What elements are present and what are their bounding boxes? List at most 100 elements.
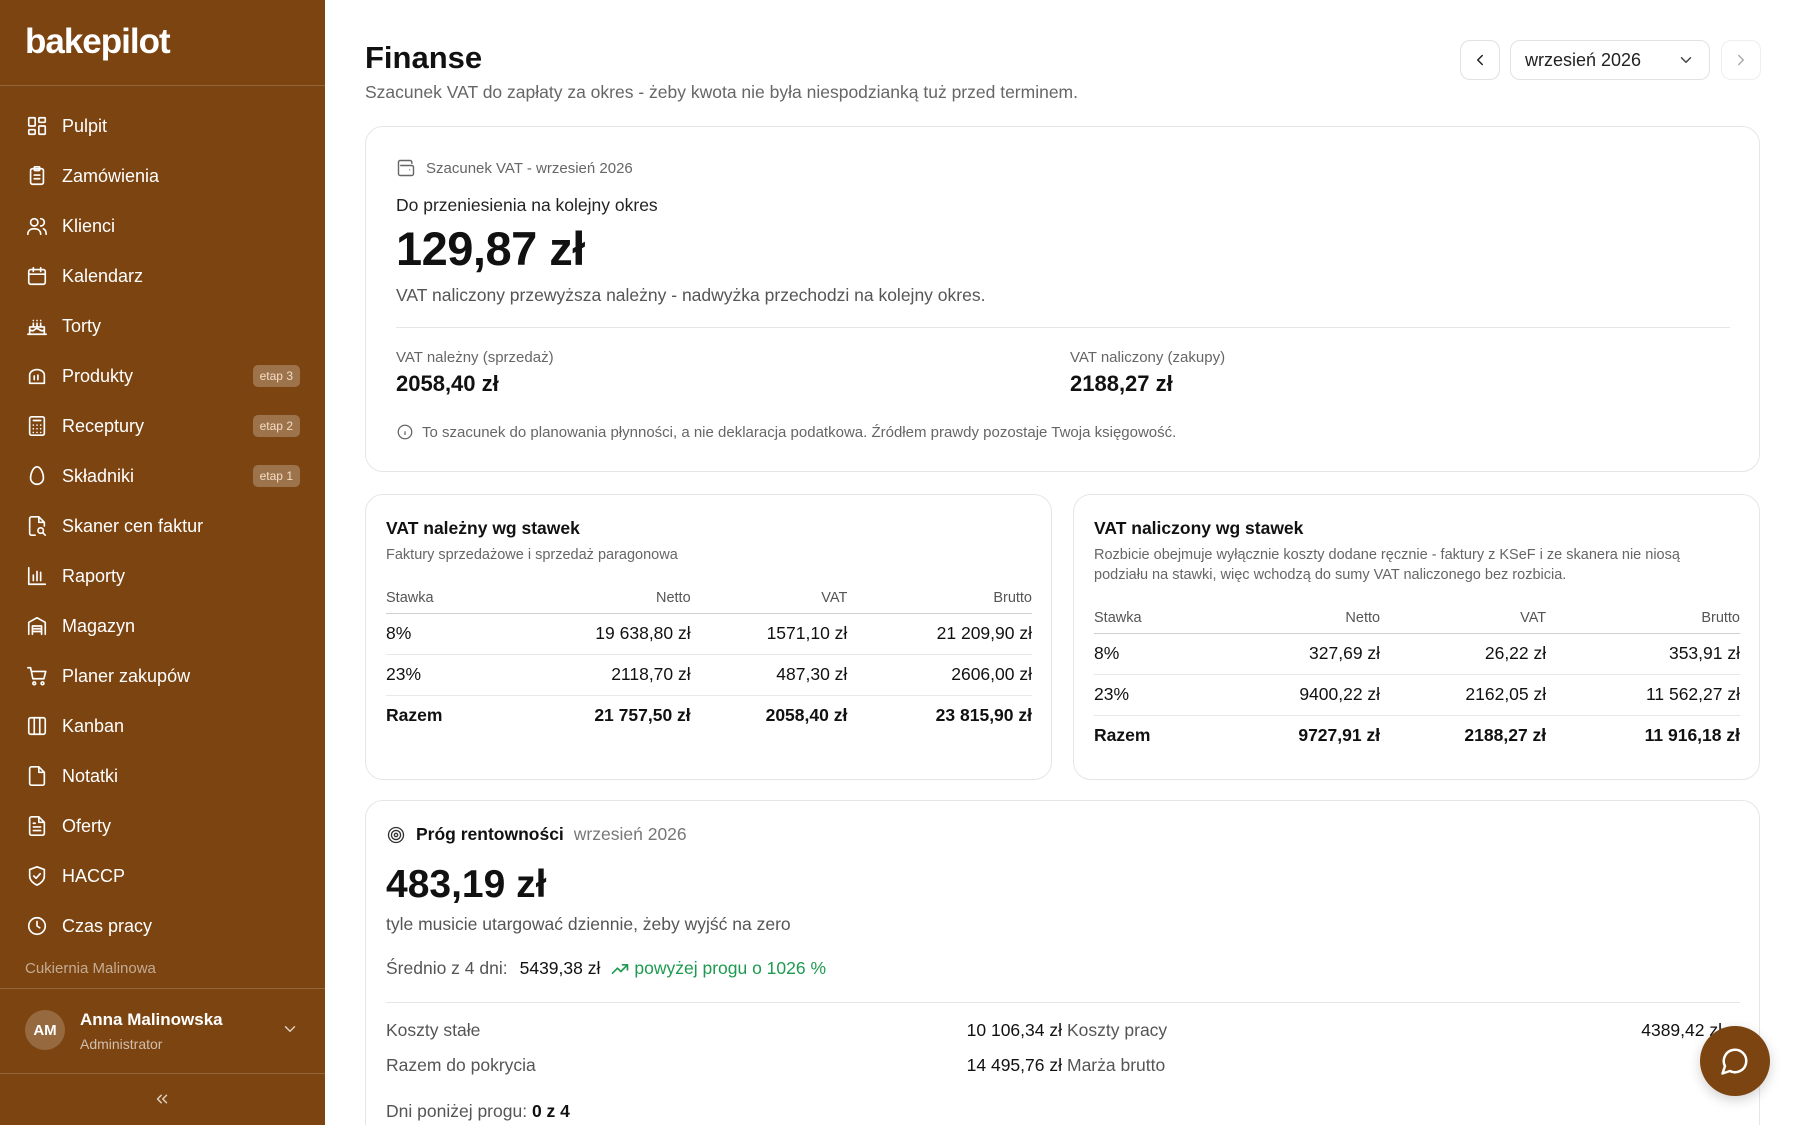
trend-text: powyżej progu o 1026 %: [634, 958, 827, 978]
chat-button[interactable]: [1700, 1026, 1770, 1096]
vat-input-value: 2188,27 zł: [1070, 371, 1173, 396]
sidebar-item-torty[interactable]: Torty: [0, 301, 325, 351]
cake-icon: [26, 315, 48, 337]
sidebar-item-czas-pracy[interactable]: Czas pracy: [0, 901, 325, 951]
app-logo[interactable]: bakepilot: [25, 22, 171, 62]
labor-costs-label: Koszty pracy: [1067, 1020, 1168, 1040]
table-header-row: Stawka Netto VAT Brutto: [1094, 603, 1740, 634]
vat-estimate-heading-text: Szacunek VAT - wrzesień 2026: [426, 159, 633, 177]
vat-cell: 26,22 zł: [1380, 633, 1547, 675]
sidebar-item-label: HACCP: [62, 865, 126, 886]
total-to-cover-value: 14 495,76 zł: [966, 1055, 1062, 1075]
fixed-costs-value: 10 106,34 zł: [966, 1020, 1062, 1040]
sidebar-item-produkty[interactable]: Produkty etap 3: [0, 351, 325, 401]
fixed-costs-label: Koszty stałe: [386, 1020, 481, 1040]
column-header: VAT: [1380, 603, 1547, 634]
chevron-down-icon[interactable]: [281, 1020, 299, 1038]
divider: [0, 1073, 325, 1074]
sidebar-item-label: Klienci: [62, 215, 116, 236]
rate-cell: Razem: [1094, 725, 1151, 746]
sidebar-item-label: Skaner cen faktur: [62, 515, 204, 536]
trend-indicator: powyżej progu o 1026 %: [610, 958, 826, 979]
break-even-heading: Próg rentowności wrzesień 2026: [386, 824, 687, 845]
rate-cell: 8%: [386, 613, 506, 655]
page-title: Finanse: [365, 40, 483, 75]
gross-cell: 2606,00 zł: [847, 654, 1032, 696]
gross-cell: 21 209,90 zł: [847, 613, 1032, 655]
sidebar-item-skaner-cen-faktur[interactable]: Skaner cen faktur: [0, 501, 325, 551]
sidebar-item-label: Kanban: [62, 715, 125, 736]
vat-cell: 2162,05 zł: [1380, 674, 1547, 716]
average-value: 5439,38 zł: [519, 958, 601, 978]
sidebar-item-pulpit[interactable]: Pulpit: [0, 101, 325, 151]
sidebar-item-notatki[interactable]: Notatki: [0, 751, 325, 801]
previous-month-button[interactable]: [1460, 40, 1500, 80]
sidebar-item-raporty[interactable]: Raporty: [0, 551, 325, 601]
calculator-icon: [26, 415, 48, 437]
stage-badge: etap 1: [252, 465, 300, 487]
days-below-value: 0 z 4: [531, 1101, 570, 1121]
user-name[interactable]: Anna Malinowska: [80, 1010, 223, 1030]
target-icon: [387, 826, 405, 843]
gross-cell: 23 815,90 zł: [935, 705, 1032, 726]
kanban-icon: [26, 715, 48, 737]
sidebar-item-label: Zamówienia: [62, 165, 160, 186]
table-row: 8% 19 638,80 zł 1571,10 zł 21 209,90 zł: [386, 613, 1032, 655]
sidebar-item-oferty[interactable]: Oferty: [0, 801, 325, 851]
sidebar-item-zamowienia[interactable]: Zamówienia: [0, 151, 325, 201]
sidebar-item-kalendarz[interactable]: Kalendarz: [0, 251, 325, 301]
break-even-month: wrzesień 2026: [573, 824, 687, 844]
clock-icon: [26, 915, 48, 937]
gross-cell: 11 916,18 zł: [1644, 725, 1740, 746]
sidebar-item-label: Pulpit: [62, 115, 108, 136]
column-header: Stawka: [1094, 603, 1214, 634]
rate-cell: 8%: [1094, 633, 1214, 675]
sidebar-item-magazyn[interactable]: Magazyn: [0, 601, 325, 651]
vat-estimate-card: Szacunek VAT - wrzesień 2026 Do przenies…: [365, 126, 1760, 472]
gross-margin-label: Marża brutto: [1067, 1055, 1166, 1075]
page-subtitle: Szacunek VAT do zapłaty za okres - żeby …: [365, 82, 1078, 102]
sidebar-item-haccp[interactable]: HACCP: [0, 851, 325, 901]
collapse-sidebar-icon[interactable]: [153, 1090, 171, 1108]
sidebar: bakepilot Pulpit Zamówienia Klienci Kale…: [0, 0, 325, 1125]
divider: [0, 988, 325, 989]
sidebar-item-label: Magazyn: [62, 615, 136, 636]
vat-cell: 2188,27 zł: [1464, 725, 1547, 746]
disclaimer-note: To szacunek do planowania płynności, a n…: [396, 423, 1176, 441]
card-title: VAT należny wg stawek: [386, 518, 580, 538]
note-icon: [26, 765, 48, 787]
net-cell: 19 638,80 zł: [506, 613, 691, 655]
file-text-icon: [26, 815, 48, 837]
card-subtitle: Rozbicie obejmuje wyłącznie koszty dodan…: [1094, 547, 1680, 583]
sidebar-item-klienci[interactable]: Klienci: [0, 201, 325, 251]
bread-icon: [26, 365, 48, 387]
average-label: Średnio z 4 dni:: [386, 958, 508, 978]
sidebar-item-label: Produkty: [62, 365, 134, 386]
sidebar-item-receptury[interactable]: Receptury etap 2: [0, 401, 325, 451]
days-below-threshold: Dni poniżej progu: 0 z 4: [386, 1101, 570, 1122]
clipboard-icon: [26, 165, 48, 187]
sidebar-item-planer-zakupow[interactable]: Planer zakupów: [0, 651, 325, 701]
sidebar-item-label: Raporty: [62, 565, 126, 586]
sidebar-item-kanban[interactable]: Kanban: [0, 701, 325, 751]
month-select-value: wrzesień 2026: [1525, 49, 1642, 70]
days-below-label: Dni poniżej progu:: [386, 1101, 528, 1121]
total-to-cover-label: Razem do pokrycia: [386, 1055, 536, 1075]
month-select[interactable]: wrzesień 2026: [1510, 40, 1710, 80]
avatar[interactable]: AM: [25, 1010, 65, 1050]
break-even-title: Próg rentowności: [416, 824, 564, 844]
divider: [0, 85, 325, 86]
gross-margin-value: 10: [1426, 1055, 1722, 1076]
column-header: Netto: [506, 583, 691, 614]
next-month-button[interactable]: [1721, 40, 1761, 80]
wallet-icon: [397, 159, 415, 177]
sidebar-item-skladniki[interactable]: Składniki etap 1: [0, 451, 325, 501]
break-even-description: tyle musicie utargować dziennie, żeby wy…: [386, 914, 791, 934]
column-header: Brutto: [847, 583, 1032, 614]
users-icon: [26, 215, 48, 237]
table-header-row: Stawka Netto VAT Brutto: [386, 583, 1032, 614]
rate-cell: 23%: [386, 654, 506, 696]
gross-cell: 353,91 zł: [1546, 633, 1740, 675]
vat-input-table: Stawka Netto VAT Brutto 8% 327,69 zł 26,…: [1094, 603, 1740, 756]
column-header: Netto: [1214, 603, 1381, 634]
